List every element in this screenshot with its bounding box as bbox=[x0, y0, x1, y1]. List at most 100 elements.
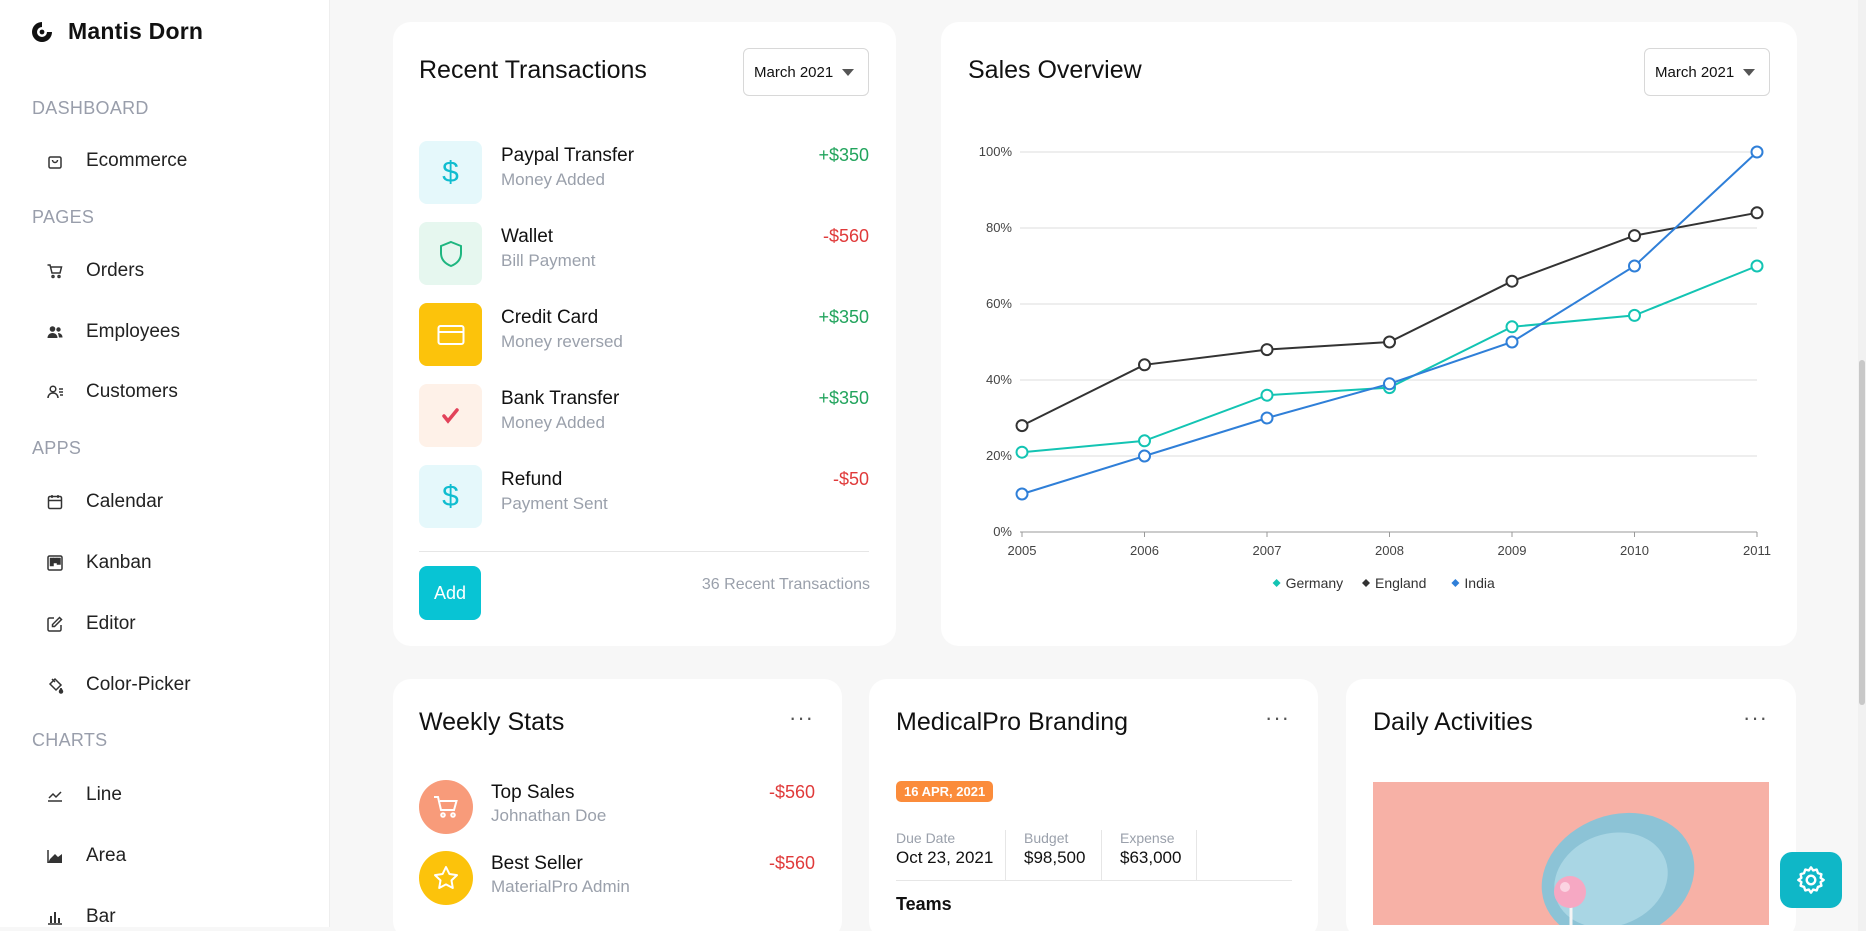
section-title-apps: APPS bbox=[32, 438, 82, 458]
more-menu-icon[interactable]: ··· bbox=[789, 705, 814, 731]
sidebar-item-kanban[interactable]: Kanban bbox=[32, 541, 312, 585]
sidebar-item-label: Employees bbox=[86, 321, 180, 342]
legend-marker-india bbox=[1451, 579, 1460, 587]
card-title: Daily Activities bbox=[1373, 708, 1533, 736]
sidebar-item-label: Area bbox=[86, 845, 127, 866]
settings-button[interactable] bbox=[1780, 852, 1842, 908]
scrollbar-thumb[interactable] bbox=[1859, 360, 1865, 705]
list-item[interactable]: Top Sales Johnathan Doe -$560 bbox=[419, 780, 815, 838]
transaction-subtitle: Money reversed bbox=[501, 332, 623, 351]
dollar-icon: $ bbox=[419, 465, 482, 528]
series-line-germany bbox=[1021, 265, 1758, 454]
data-point-germany bbox=[1015, 445, 1029, 459]
sidebar-item-area[interactable]: Area bbox=[32, 834, 312, 878]
bar-chart-icon bbox=[48, 912, 62, 925]
transaction-subtitle: Payment Sent bbox=[501, 494, 608, 513]
month-select[interactable]: March 2021 bbox=[743, 48, 869, 96]
budget-value: $98,500 bbox=[1024, 848, 1086, 867]
data-point-india bbox=[1628, 259, 1641, 273]
transaction-title: Bank Transfer bbox=[501, 388, 620, 409]
due-date-value: Oct 23, 2021 bbox=[896, 848, 994, 867]
legend-label: Germany bbox=[1286, 575, 1344, 591]
legend-marker-england bbox=[1362, 579, 1370, 587]
cart-icon bbox=[47, 264, 63, 279]
shield-icon bbox=[439, 240, 462, 267]
stat-amount: -$560 bbox=[768, 782, 815, 802]
data-point-india bbox=[1750, 145, 1764, 159]
dollar-icon: $ bbox=[419, 141, 482, 204]
users-icon bbox=[47, 326, 63, 338]
daily-activities-card: Daily Activities ··· bbox=[1346, 679, 1796, 931]
sidebar-item-label: Customers bbox=[86, 381, 178, 402]
transaction-amount: +$350 bbox=[818, 145, 869, 165]
legend-marker-germany bbox=[1272, 579, 1281, 587]
data-point-india bbox=[1015, 487, 1029, 501]
card-title: Recent Transactions bbox=[419, 56, 647, 84]
budget-label: Budget bbox=[1024, 830, 1069, 846]
transaction-title: Wallet bbox=[501, 226, 554, 247]
y-tick-label: 60% bbox=[986, 296, 1012, 311]
divider bbox=[896, 880, 1292, 881]
data-point-india bbox=[1505, 335, 1519, 349]
data-point-germany bbox=[1628, 308, 1641, 322]
sidebar-item-calendar[interactable]: Calendar bbox=[32, 480, 312, 524]
sidebar-item-label: Color-Picker bbox=[86, 674, 191, 695]
sidebar-item-label: Calendar bbox=[86, 491, 164, 512]
data-point-england bbox=[1505, 274, 1519, 288]
data-point-germany bbox=[1260, 388, 1274, 402]
section-title-charts: CHARTS bbox=[32, 730, 108, 750]
expense: Expense $63,000 bbox=[1120, 830, 1181, 868]
sidebar-item-line[interactable]: Line bbox=[32, 773, 312, 817]
sidebar-item-employees[interactable]: Employees bbox=[32, 310, 312, 354]
transaction-title: Refund bbox=[501, 469, 563, 490]
chevron-down-icon bbox=[842, 69, 854, 76]
check-icon bbox=[441, 407, 459, 424]
transaction-subtitle: Bill Payment bbox=[501, 251, 596, 270]
y-tick-label: 20% bbox=[986, 448, 1012, 463]
divider bbox=[1005, 830, 1006, 880]
list-item[interactable]: Best Seller MaterialPro Admin -$560 bbox=[419, 851, 815, 909]
brand-name: Mantis Dorn bbox=[68, 18, 204, 44]
data-point-england bbox=[1015, 419, 1029, 433]
budget: Budget $98,500 bbox=[1024, 830, 1085, 868]
divider bbox=[419, 551, 869, 552]
list-item[interactable]: $ Paypal Transfer Money Added +$350 bbox=[419, 141, 869, 205]
line-chart-icon bbox=[48, 791, 62, 802]
sales-line-chart: 0% 20% 40% 60% 80% 100% 2005 2006 2007 2008 2009 20… bbox=[979, 144, 1771, 591]
list-item[interactable]: $ Refund Payment Sent -$50 bbox=[419, 465, 869, 529]
transaction-title: Credit Card bbox=[501, 307, 599, 328]
data-point-india bbox=[1260, 411, 1274, 425]
brand[interactable]: Mantis Dorn bbox=[30, 18, 203, 45]
gear-icon bbox=[1797, 866, 1825, 894]
sidebar-item-label: Line bbox=[86, 784, 122, 805]
data-point-england bbox=[1750, 206, 1764, 220]
sidebar-item-orders[interactable]: Orders bbox=[32, 249, 312, 293]
y-tick-label: 100% bbox=[979, 144, 1013, 159]
more-menu-icon[interactable]: ··· bbox=[1743, 705, 1768, 731]
list-item[interactable]: Wallet Bill Payment -$560 bbox=[419, 222, 869, 286]
sidebar-item-ecommerce[interactable]: Ecommerce bbox=[32, 139, 312, 183]
sidebar-item-editor[interactable]: Editor bbox=[32, 602, 312, 646]
add-button[interactable]: Add bbox=[419, 566, 481, 620]
date-badge: 16 APR, 2021 bbox=[896, 781, 994, 802]
list-item[interactable]: Bank Transfer Money Added +$350 bbox=[419, 384, 869, 448]
stat-title: Best Seller bbox=[491, 853, 583, 874]
transaction-amount: -$560 bbox=[822, 226, 869, 246]
teams-label: Teams bbox=[896, 894, 952, 914]
stat-subtitle: MaterialPro Admin bbox=[491, 877, 630, 896]
sidebar-item-bar[interactable]: Bar bbox=[32, 895, 312, 931]
x-tick-label: 2007 bbox=[1253, 543, 1282, 558]
medicalpro-branding-card: MedicalPro Branding ··· 16 APR, 2021 Due… bbox=[869, 679, 1318, 931]
section-title-dashboard: DASHBOARD bbox=[32, 98, 149, 118]
sidebar-item-label: Bar bbox=[86, 906, 116, 927]
sidebar-item-label: Editor bbox=[86, 613, 136, 634]
credit-card-icon bbox=[437, 324, 464, 345]
sidebar-item-customers[interactable]: Customers bbox=[32, 370, 312, 414]
sidebar-item-label: Kanban bbox=[86, 552, 152, 573]
data-point-england bbox=[1260, 343, 1274, 357]
page-scrollbar[interactable] bbox=[1858, 0, 1866, 931]
sidebar-item-color-picker[interactable]: Color-Picker bbox=[32, 663, 312, 707]
list-item[interactable]: Credit Card Money reversed +$350 bbox=[419, 303, 869, 367]
more-menu-icon[interactable]: ··· bbox=[1265, 705, 1290, 731]
sidebar-item-label: Ecommerce bbox=[86, 150, 188, 171]
